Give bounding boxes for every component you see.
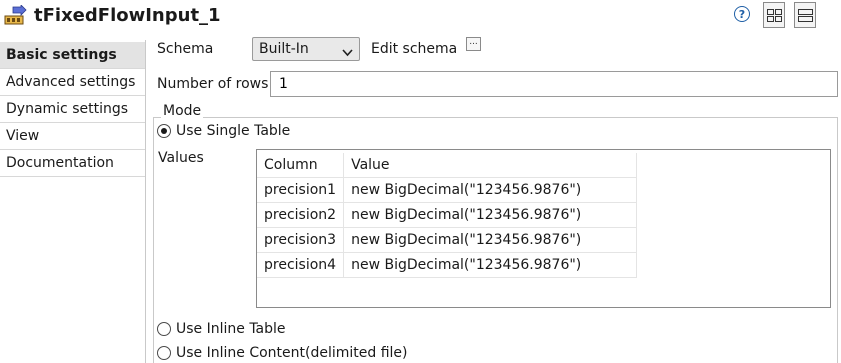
schema-select[interactable]: Built-In [252, 37, 360, 61]
column-cell[interactable]: precision1 [257, 177, 345, 203]
mode-legend: Mode [161, 101, 204, 121]
inline-table-radio[interactable] [157, 322, 171, 336]
schema-label: Schema [157, 41, 214, 57]
tab-basic-settings[interactable]: Basic settings [0, 42, 145, 69]
help-icon[interactable]: ? [734, 6, 750, 22]
chevron-down-icon [342, 45, 353, 61]
component-title: tFixedFlowInput_1 [34, 5, 221, 26]
value-cell[interactable]: new BigDecimal("123456.9876") [343, 227, 638, 253]
table-row[interactable]: precision4 new BigDecimal("123456.9876") [257, 252, 638, 278]
column-header[interactable]: Column [257, 153, 345, 178]
table-header-row: Column Value [257, 153, 638, 178]
column-cell[interactable]: precision3 [257, 227, 345, 253]
column-cell[interactable]: precision2 [257, 202, 345, 228]
single-table-radio[interactable] [157, 124, 171, 138]
inline-table-label[interactable]: Use Inline Table [176, 319, 286, 339]
value-cell[interactable]: new BigDecimal("123456.9876") [343, 177, 638, 203]
values-label: Values [158, 150, 204, 166]
edit-schema-button[interactable]: ... [466, 37, 481, 51]
tfixedflowinput-component-icon [4, 4, 28, 25]
list-layout-icon[interactable] [794, 2, 816, 28]
column-cell[interactable]: precision4 [257, 252, 345, 278]
table-row[interactable]: precision2 new BigDecimal("123456.9876") [257, 202, 638, 228]
tab-dynamic-settings[interactable]: Dynamic settings [0, 96, 145, 123]
tab-documentation[interactable]: Documentation [0, 150, 145, 177]
value-cell[interactable]: new BigDecimal("123456.9876") [343, 252, 638, 278]
tab-view[interactable]: View [0, 123, 145, 150]
schema-select-value: Built-In [259, 41, 309, 57]
inline-content-label[interactable]: Use Inline Content(delimited file) [176, 343, 408, 363]
grid-layout-icon[interactable] [763, 2, 785, 28]
single-table-label[interactable]: Use Single Table [176, 121, 290, 141]
settings-sidebar: Basic settings Advanced settings Dynamic… [0, 40, 146, 363]
edit-schema-label: Edit schema [371, 41, 458, 57]
value-cell[interactable]: new BigDecimal("123456.9876") [343, 202, 638, 228]
value-header[interactable]: Value [343, 153, 638, 178]
number-of-rows-label: Number of rows [157, 76, 269, 92]
values-table: Column Value precision1 new BigDecimal("… [257, 153, 638, 278]
title-bar: tFixedFlowInput_1 ? [0, 0, 841, 34]
table-row[interactable]: precision3 new BigDecimal("123456.9876") [257, 227, 638, 253]
inline-content-radio[interactable] [157, 346, 171, 360]
number-of-rows-input[interactable] [270, 71, 838, 97]
tab-advanced-settings[interactable]: Advanced settings [0, 69, 145, 96]
table-row[interactable]: precision1 new BigDecimal("123456.9876") [257, 177, 638, 203]
